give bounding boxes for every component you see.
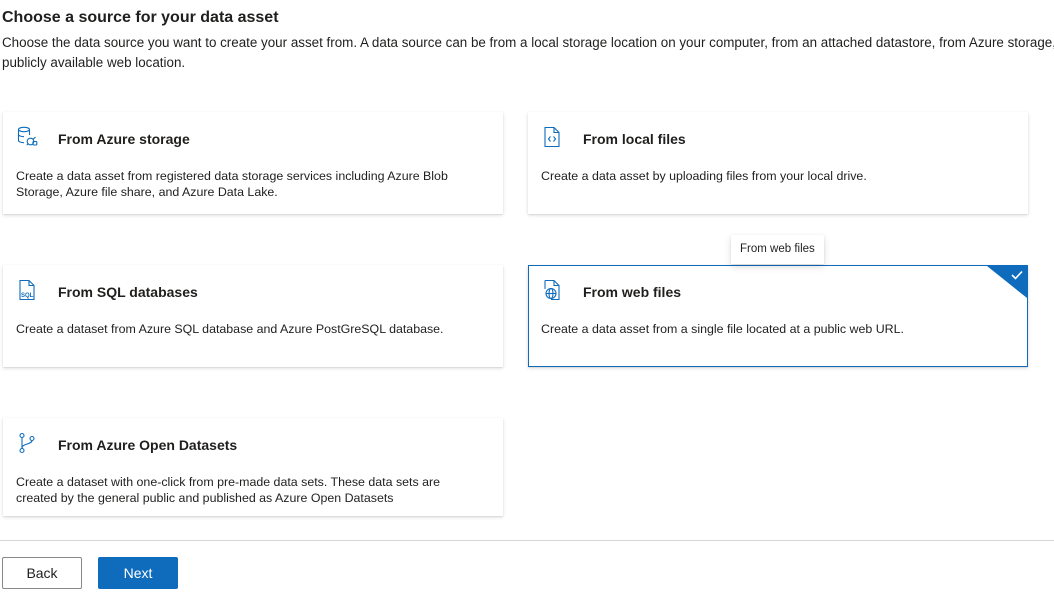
sql-icon-label: SQL [21, 293, 34, 299]
data-source-page: Choose a source for your data asset Choo… [0, 0, 1054, 598]
back-button[interactable]: Back [2, 557, 82, 589]
card-title: From SQL databases [58, 284, 198, 300]
card-title: From Azure Open Datasets [58, 437, 238, 453]
web-file-icon [541, 278, 565, 302]
card-azure-storage[interactable]: From Azure storage Create a data asset f… [3, 112, 503, 214]
card-title: From local files [583, 131, 686, 147]
card-local-files[interactable]: From local files Create a data asset by … [528, 112, 1028, 214]
code-file-icon [541, 125, 565, 149]
tooltip: From web files [731, 235, 824, 264]
card-description: Create a dataset from Azure SQL database… [16, 322, 444, 336]
card-title: From Azure storage [58, 131, 190, 147]
card-web-files[interactable]: From web files Create a data asset from … [528, 265, 1028, 367]
sql-file-icon: SQL [16, 278, 40, 302]
card-description: Create a data asset from registered data… [16, 169, 448, 199]
selected-check-icon [987, 266, 1027, 298]
card-title: From web files [583, 284, 682, 300]
card-description: Create a data asset from a single file l… [541, 322, 904, 336]
page-description: Choose the data source you want to creat… [2, 35, 1054, 70]
footer-divider [0, 540, 1054, 541]
card-description: Create a data asset by uploading files f… [541, 169, 867, 183]
storage-icon [16, 125, 40, 149]
next-button[interactable]: Next [98, 557, 178, 589]
card-description: Create a dataset with one-click from pre… [16, 475, 441, 505]
branch-icon [16, 431, 40, 455]
page-title: Choose a source for your data asset [2, 9, 279, 26]
card-sql-databases[interactable]: SQL From SQL databases Create a dataset … [3, 265, 503, 367]
card-open-datasets[interactable]: From Azure Open Datasets Create a datase… [3, 418, 503, 516]
